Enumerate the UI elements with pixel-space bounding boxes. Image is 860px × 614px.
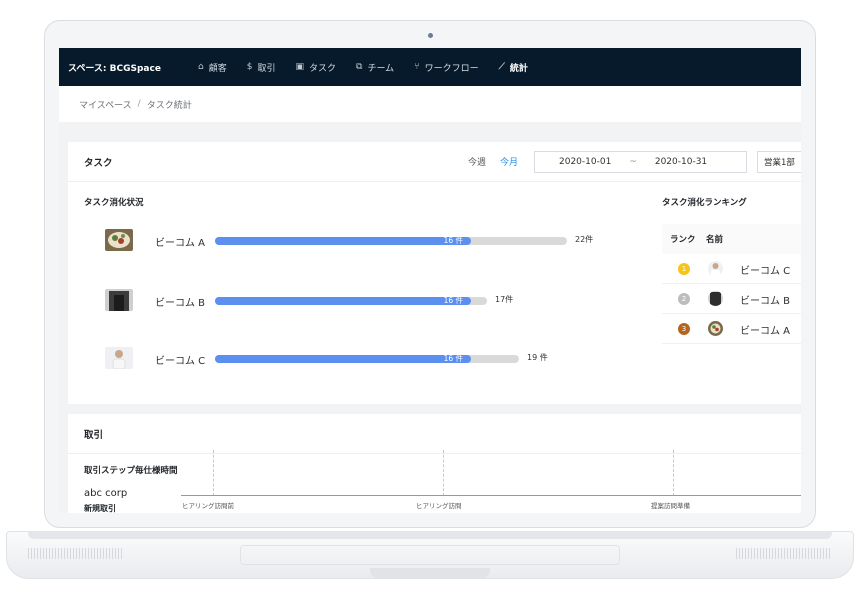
task-card-header: タスク 今週 今月 2020-10-01 ~ 2020-10-31 営業1部 <box>68 142 801 182</box>
gold-medal-icon: 1 <box>678 263 690 275</box>
ranking-title: タスク消化ランキング <box>662 198 747 208</box>
progress-bar-track: 16 件 <box>215 236 567 245</box>
nav-item-workflow[interactable]: ⑂ ワークフロー <box>414 61 478 74</box>
nav-label: ワークフロー <box>424 63 479 74</box>
member-name: ビーコム C <box>155 356 206 367</box>
nav-label: チーム <box>367 63 395 74</box>
member-name: ビーコム B <box>155 298 206 309</box>
nav-item-team[interactable]: ⧉ チーム <box>356 61 394 74</box>
total-count: 17件 <box>495 295 514 304</box>
speaker-grille <box>28 548 124 559</box>
progress-bar-fill: 16 件 <box>215 236 471 245</box>
keyboard-area <box>240 545 620 565</box>
nav-label: 統計 <box>509 63 528 74</box>
breadcrumb-root[interactable]: マイスペース <box>79 98 132 111</box>
avatar <box>708 261 723 276</box>
stage-label: ヒアリング訪問前 <box>182 502 234 510</box>
top-navigation: スペース: BCGSpace ⌂ 顧客 $ 取引 ▣ タスク ⧉ チーム ⑂ ワ… <box>59 48 801 86</box>
avatar <box>708 321 723 336</box>
deal-type: 新規取引 <box>84 504 116 513</box>
nav-item-deals[interactable]: $ 取引 <box>247 61 276 74</box>
bronze-medal-icon: 3 <box>678 323 690 335</box>
stage-guide-line <box>443 450 444 496</box>
rank-column-header: ランク <box>670 235 696 245</box>
deal-card-title: 取引 <box>84 429 104 441</box>
done-count: 16 件 <box>443 236 463 245</box>
camera-icon <box>428 33 433 38</box>
date-range-picker[interactable]: 2020-10-01 ~ 2020-10-31 <box>534 151 747 173</box>
currency-icon: $ <box>246 62 253 72</box>
team-icon: ⧉ <box>356 62 363 72</box>
nav-item-customers[interactable]: ⌂ 顧客 <box>198 61 227 74</box>
deal-chart-title: 取引ステップ毎仕様時間 <box>84 466 178 476</box>
home-icon: ⌂ <box>198 62 204 72</box>
silver-medal-icon: 2 <box>678 293 690 305</box>
ranking-row[interactable]: 3 ビーコム A <box>662 314 801 344</box>
name-column-header: 名前 <box>706 235 724 245</box>
speaker-grille <box>736 548 832 559</box>
breadcrumb: マイスペース / タスク統計 <box>59 86 801 122</box>
department-select[interactable]: 営業1部 <box>757 151 801 173</box>
thumbnail-door <box>105 289 133 311</box>
nav-label: タスク <box>309 63 337 74</box>
stage-guide-line <box>213 450 214 496</box>
total-count: 19 件 <box>527 353 548 362</box>
nav-item-tasks[interactable]: ▣ タスク <box>295 61 336 74</box>
app-screen: スペース: BCGSpace ⌂ 顧客 $ 取引 ▣ タスク ⧉ チーム ⑂ ワ… <box>59 48 801 513</box>
deal-card: 取引 取引ステップ毎仕様時間 abc corp 新規取引 ヒアリング訪問前 ヒア… <box>68 414 801 513</box>
chart-axis <box>181 495 801 496</box>
laptop-hinge <box>28 531 832 539</box>
task-card-title: タスク <box>84 157 113 169</box>
chart-icon: ⟋ <box>498 62 505 72</box>
lid-opening-notch <box>370 568 490 578</box>
avatar <box>708 291 723 306</box>
ranking-table-header: ランク 名前 <box>662 224 801 254</box>
progress-section-title: タスク消化状況 <box>84 198 144 208</box>
date-separator: ~ <box>629 157 637 167</box>
calendar-icon: ▣ <box>295 62 304 72</box>
nav-label: 顧客 <box>208 63 227 74</box>
deal-company: abc corp <box>84 488 128 499</box>
nav-label: 取引 <box>257 63 276 74</box>
stage-label: ヒアリング訪問 <box>416 502 462 510</box>
stage-guide-line <box>673 450 674 496</box>
thumbnail-person <box>105 347 133 369</box>
ranking-name: ビーコム A <box>740 326 791 337</box>
breadcrumb-separator: / <box>137 99 141 109</box>
nav-item-statistics[interactable]: ⟋ 統計 <box>499 61 528 74</box>
ranking-row[interactable]: 1 ビーコム C <box>662 254 801 284</box>
stage-label: 提案訪問準備 <box>651 502 690 510</box>
progress-bar-track: 16 件 <box>215 354 519 363</box>
workflow-icon: ⑂ <box>414 62 420 72</box>
member-name: ビーコム A <box>155 238 206 249</box>
progress-row: ビーコム C 16 件 19 件 <box>68 347 628 375</box>
task-card: タスク 今週 今月 2020-10-01 ~ 2020-10-31 営業1部 タ… <box>68 142 801 404</box>
progress-bar-fill: 16 件 <box>215 354 471 363</box>
date-end: 2020-10-31 <box>654 157 708 167</box>
progress-row: ビーコム B 16 件 17件 <box>68 289 628 317</box>
date-start: 2020-10-01 <box>559 157 612 167</box>
ranking-name: ビーコム B <box>740 296 791 307</box>
space-label[interactable]: スペース: BCGSpace <box>68 61 198 74</box>
progress-bar-track: 16 件 <box>215 296 487 305</box>
progress-row: ビーコム A 16 件 22件 <box>68 229 628 257</box>
deal-card-header: 取引 <box>68 414 801 454</box>
done-count: 16 件 <box>443 354 463 363</box>
period-week-button[interactable]: 今週 <box>468 155 486 168</box>
breadcrumb-current: タスク統計 <box>146 100 192 111</box>
ranking-row[interactable]: 2 ビーコム B <box>662 284 801 314</box>
period-month-button[interactable]: 今月 <box>500 155 518 168</box>
ranking-name: ビーコム C <box>740 266 791 277</box>
total-count: 22件 <box>575 235 594 244</box>
done-count: 16 件 <box>443 296 463 305</box>
thumbnail-food <box>105 229 133 251</box>
progress-bar-fill: 16 件 <box>215 296 471 305</box>
